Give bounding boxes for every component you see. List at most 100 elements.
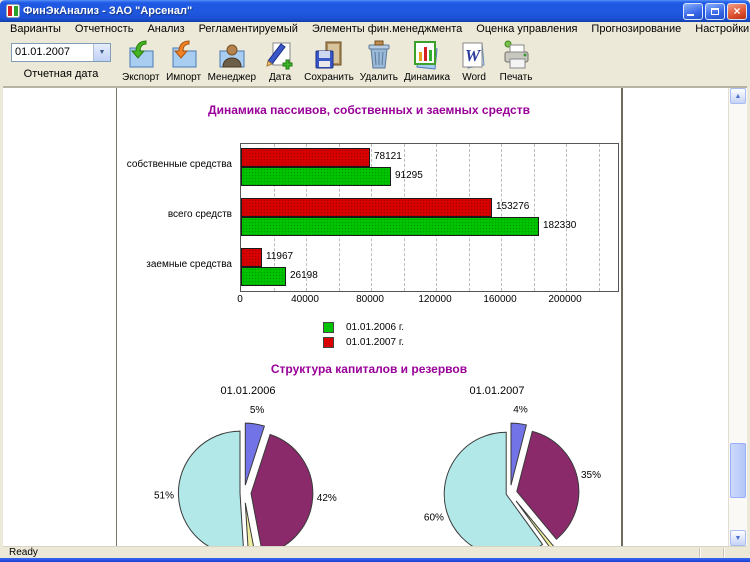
report-date-label: Отчетная дата bbox=[23, 68, 99, 80]
close-icon: × bbox=[733, 3, 741, 18]
toolbar-button-менеджер[interactable]: Менеджер bbox=[205, 38, 260, 84]
toolbar-button-label: Менеджер bbox=[207, 72, 257, 83]
scrollbar-thumb[interactable] bbox=[730, 443, 746, 498]
pie-subtitle-2006: 01.01.2006 bbox=[220, 385, 276, 397]
minimize-icon bbox=[687, 13, 694, 16]
toolbar-button-label: Печать bbox=[499, 72, 533, 83]
x-axis-tick-label: 40000 bbox=[291, 294, 319, 305]
toolbar-button-label: Word bbox=[462, 72, 486, 83]
chevron-down-icon[interactable]: ▼ bbox=[93, 44, 110, 61]
import-folder-icon bbox=[168, 39, 200, 71]
category-label: заемные средства bbox=[146, 259, 232, 270]
pie-slice-label: 60% bbox=[424, 513, 444, 524]
gridline bbox=[566, 144, 567, 291]
legend-swatch bbox=[323, 337, 334, 348]
title-bar[interactable]: ФинЭкАнализ - ЗАО "Арсенал" × bbox=[0, 0, 750, 22]
close-button[interactable]: × bbox=[727, 2, 747, 20]
toolbar: 01.01.2007 ▼ Отчетная дата Экспорт Импорт… bbox=[3, 36, 747, 88]
pie-slice-label: 51% bbox=[154, 491, 174, 502]
bar-chart-legend: 01.01.2006 г. 01.01.2007 г. bbox=[117, 320, 621, 350]
word-icon: W bbox=[458, 39, 490, 71]
bar bbox=[241, 267, 286, 286]
menu-item-оценка-управления[interactable]: Оценка управления bbox=[469, 23, 584, 35]
toolbar-button-word[interactable]: W Word bbox=[453, 38, 495, 84]
bar-value-label: 182330 bbox=[543, 220, 577, 231]
app-window: ФинЭкАнализ - ЗАО "Арсенал" × Варианты От… bbox=[0, 0, 750, 562]
menu-item-регламентируемый[interactable]: Регламентируемый bbox=[192, 23, 305, 35]
status-text: Ready bbox=[9, 547, 38, 558]
restore-icon bbox=[711, 7, 719, 15]
menu-item-элементы-фин-менеджмента[interactable]: Элементы фин.менеджмента bbox=[305, 23, 469, 35]
pie-subtitle-2007: 01.01.2007 bbox=[469, 385, 525, 397]
pie-slice bbox=[177, 430, 244, 546]
x-axis-tick-label: 0 bbox=[237, 294, 243, 305]
save-floppy-icon bbox=[313, 39, 345, 71]
manager-person-icon bbox=[216, 39, 248, 71]
report-date-combobox[interactable]: 01.01.2007 ▼ bbox=[11, 43, 111, 62]
gridline bbox=[598, 144, 600, 291]
toolbar-button-label: Дата bbox=[269, 72, 292, 83]
delete-trash-icon bbox=[363, 39, 395, 71]
scroll-up-icon[interactable]: ▲ bbox=[730, 88, 746, 104]
app-icon bbox=[6, 4, 20, 18]
menu-item-прогнозирование[interactable]: Прогнозирование bbox=[584, 23, 688, 35]
status-separator bbox=[723, 548, 725, 557]
toolbar-button-сохранить[interactable]: Сохранить bbox=[301, 38, 357, 84]
menu-item-отчетность[interactable]: Отчетность bbox=[68, 23, 141, 35]
bar-value-label: 78121 bbox=[374, 151, 402, 162]
vertical-scrollbar[interactable]: ▲ ▼ bbox=[728, 88, 747, 546]
restore-button[interactable] bbox=[705, 2, 725, 20]
x-axis-tick-label: 160000 bbox=[483, 294, 517, 305]
minimize-button[interactable] bbox=[683, 2, 703, 20]
pie-slice bbox=[250, 433, 314, 546]
menu-bar: Варианты Отчетность Анализ Регламентируемый… bbox=[3, 22, 750, 36]
category-label: всего средств bbox=[167, 209, 232, 220]
bar bbox=[241, 198, 492, 217]
bar-chart-title: Динамика пассивов, собственных и заемных… bbox=[208, 103, 530, 117]
date-edit-icon bbox=[264, 39, 296, 71]
category-label: собственные средства bbox=[126, 159, 232, 170]
bar bbox=[241, 248, 262, 267]
bar bbox=[241, 217, 539, 236]
pie-chart-2006: 5%42%2%51% bbox=[154, 406, 337, 546]
export-folder-icon bbox=[125, 39, 157, 71]
toolbar-button-label: Импорт bbox=[166, 72, 202, 83]
report-date-value[interactable]: 01.01.2007 bbox=[12, 44, 93, 61]
toolbar-button-label: Экспорт bbox=[122, 72, 160, 83]
bar-value-label: 11967 bbox=[266, 251, 294, 262]
bar-value-label: 91295 bbox=[395, 170, 423, 181]
legend-label: 01.01.2007 г. bbox=[346, 337, 405, 348]
pie-slice-label: 5% bbox=[250, 406, 265, 416]
main-area: Динамика пассивов, собственных и заемных… bbox=[3, 88, 747, 546]
print-icon bbox=[500, 39, 532, 71]
bar-value-label: 153276 bbox=[496, 201, 530, 212]
toolbar-button-дата[interactable]: Дата bbox=[259, 38, 301, 84]
toolbar-buttons: Экспорт Импорт Менеджер Дата Сохранить Удалит… bbox=[119, 38, 537, 84]
report-viewport: Динамика пассивов, собственных и заемных… bbox=[3, 88, 728, 546]
toolbar-button-импорт[interactable]: Импорт bbox=[163, 38, 205, 84]
scroll-down-icon[interactable]: ▼ bbox=[730, 530, 746, 546]
menu-item-настройки[interactable]: Настройки bbox=[688, 23, 750, 35]
status-separator bbox=[699, 548, 701, 557]
window-border-bottom bbox=[0, 558, 750, 562]
pie-slice-label: 4% bbox=[513, 406, 528, 416]
toolbar-button-динамика[interactable]: Динамика bbox=[401, 38, 453, 84]
report-page: Динамика пассивов, собственных и заемных… bbox=[116, 88, 623, 546]
dynamics-chart-icon bbox=[411, 39, 443, 71]
legend-label: 01.01.2006 г. bbox=[346, 322, 405, 333]
toolbar-button-экспорт[interactable]: Экспорт bbox=[119, 38, 163, 84]
legend-entry: 01.01.2006 г. bbox=[323, 320, 415, 335]
pie-chart-2007: 4%35%1%60% bbox=[424, 406, 601, 546]
bar-chart-plot-area: 78121 91295 153276 182330 11967 26198 bbox=[240, 143, 619, 292]
window-title: ФинЭкАнализ - ЗАО "Арсенал" bbox=[23, 5, 193, 17]
bar bbox=[241, 167, 391, 186]
menu-item-анализ[interactable]: Анализ bbox=[140, 23, 191, 35]
menu-item-варианты[interactable]: Варианты bbox=[3, 23, 68, 35]
bar-value-label: 26198 bbox=[290, 270, 318, 281]
legend-swatch bbox=[323, 322, 334, 333]
pie-chart-title: Структура капиталов и резервов bbox=[270, 362, 468, 376]
x-axis-tick-label: 120000 bbox=[418, 294, 452, 305]
toolbar-button-печать[interactable]: Печать bbox=[495, 38, 537, 84]
svg-text:W: W bbox=[465, 46, 482, 65]
toolbar-button-удалить[interactable]: Удалить bbox=[357, 38, 401, 84]
